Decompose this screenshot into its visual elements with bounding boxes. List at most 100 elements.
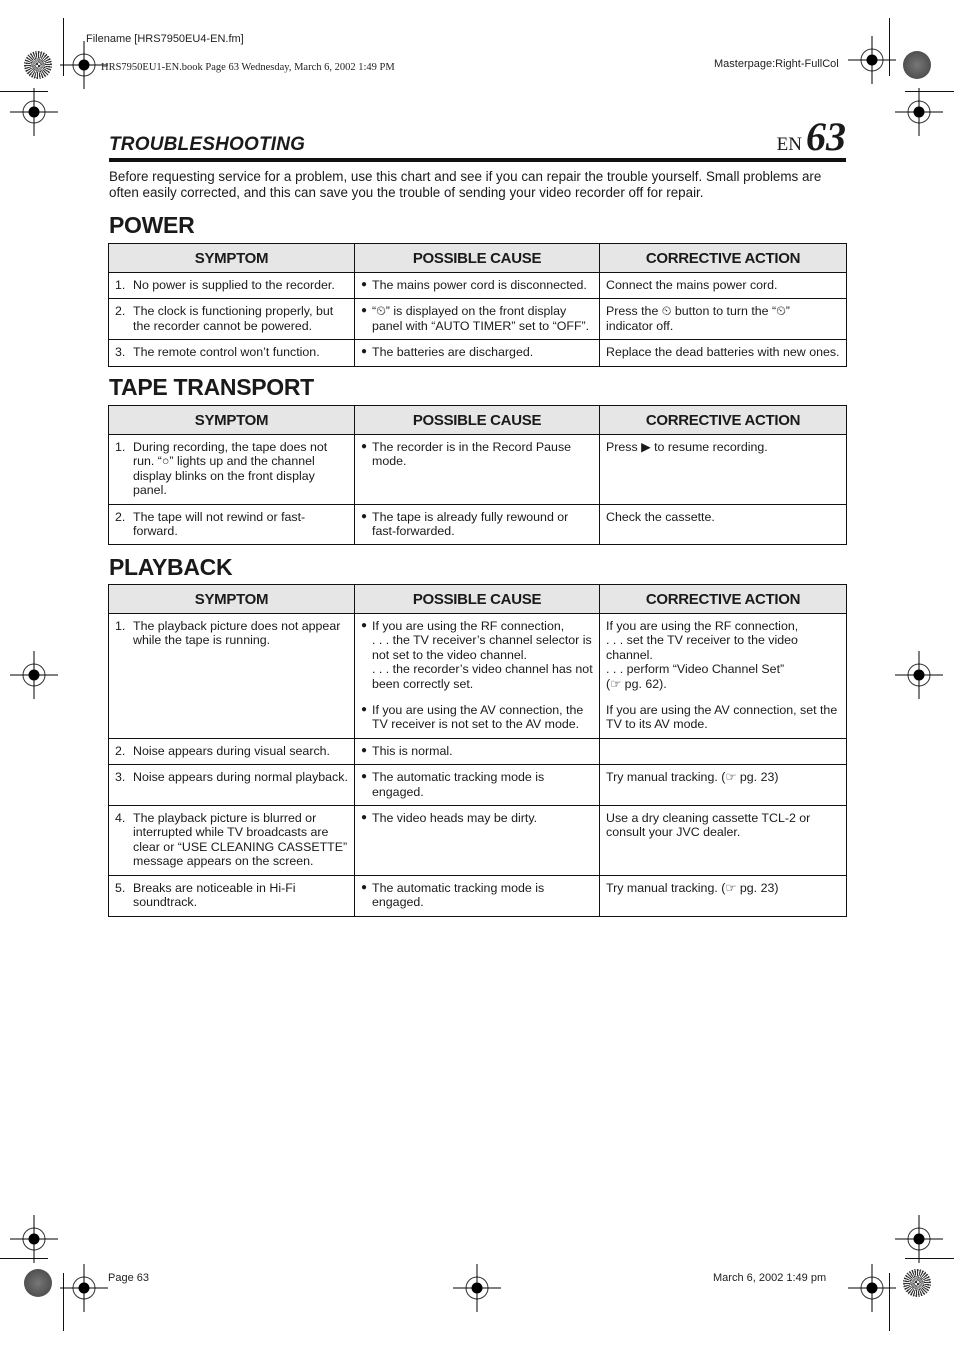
table-row: 2. The clock is functioning properly, but… (108, 298, 847, 341)
column-header-symptom: SYMPTOM (108, 584, 355, 614)
row-number: 2. (115, 509, 126, 524)
playback-table: SYMPTOM POSSIBLE CAUSE CORRECTIVE ACTION… (108, 584, 847, 917)
bullet-icon: ● (361, 812, 368, 824)
action-cell: Replace the dead batteries with new ones… (599, 339, 847, 367)
column-header-symptom: SYMPTOM (108, 243, 355, 273)
symptom-text: Noise appears during visual search. (133, 743, 330, 758)
symptom-text: The tape will not rewind or fast-forward… (133, 509, 306, 539)
cause-text: “⏲” is displayed on the front display pa… (372, 304, 590, 333)
table-row: 3. The remote control won’t function. ● The… (108, 339, 847, 367)
symptom-text: Noise appears during normal playback. (133, 770, 348, 785)
table-row: 3. Noise appears during normal playback. ●… (108, 764, 847, 807)
symptom: 1. During recording, the tape does not ru… (115, 440, 348, 498)
action-cell: Press the ⏲ button to turn the “⏲” indic… (599, 298, 847, 341)
section-title-tape-transport: TAPE TRANSPORT (109, 374, 314, 400)
registration-mark-icon (10, 651, 58, 699)
cause-item: ● The recorder is in the Record Pause mod… (361, 440, 593, 469)
bullet-icon: ● (361, 704, 368, 716)
symptom-text: The clock is functioning properly, but t… (133, 304, 334, 333)
row-number: 4. (115, 811, 126, 826)
cause-item: ● The batteries are discharged. (361, 345, 593, 359)
column-header-cause: POSSIBLE CAUSE (354, 243, 600, 273)
action-cell: If you are using the RF connection, . . … (599, 613, 847, 739)
column-header-action: CORRECTIVE ACTION (599, 405, 847, 435)
registration-mark-icon (848, 1264, 896, 1312)
section-title-playback: PLAYBACK (109, 554, 233, 580)
intro-paragraph: Before requesting service for a problem,… (109, 169, 822, 200)
color-rosette-icon (903, 51, 931, 79)
symptom-text: The remote control won’t function. (133, 345, 320, 360)
symptom-cell: 1. No power is supplied to the recorder. (108, 271, 355, 300)
bullet-icon: ● (361, 510, 368, 522)
cause-text: The mains power cord is disconnected. (372, 278, 587, 292)
cause-item: ● The automatic tracking mode is engaged. (361, 881, 593, 910)
symptom-text: The playback picture is blurred or inter… (133, 811, 348, 869)
color-rosette-icon (903, 1269, 931, 1297)
language-code: EN (776, 134, 802, 155)
cause-cell: ● If you are using the RF connection, . .… (354, 613, 600, 739)
row-number: 1. (115, 440, 126, 454)
cause-item: ● If you are using the RF connection, . .… (361, 619, 593, 691)
cause-cell: ● The recorder is in the Record Pause mod… (354, 434, 600, 505)
table-row: 2. Noise appears during visual search. ● Th… (108, 737, 847, 766)
symptom-cell: 2. The tape will not rewind or fast-forwa… (108, 503, 355, 546)
symptom-cell: 1. During recording, the tape does not ru… (108, 434, 355, 505)
action-text: Connect the mains power cord. (606, 278, 778, 292)
symptom: 2. Noise appears during visual search. (115, 744, 348, 758)
registration-mark-icon (895, 88, 943, 136)
cause-item: ● “⏲” is displayed on the front display p… (361, 304, 593, 333)
action-cell: Try manual tracking. (☞ pg. 23) (599, 764, 847, 807)
bullet-icon: ● (361, 771, 368, 783)
section-title-power: POWER (109, 212, 195, 238)
cause-item: ● If you are using the AV connection, the… (361, 703, 593, 732)
bullet-icon: ● (361, 744, 368, 756)
registration-mark-icon (895, 1215, 943, 1263)
registration-mark-icon (453, 1264, 501, 1312)
symptom: 5. Breaks are noticeable in Hi-Fi soundtr… (115, 881, 348, 910)
symptom: 4. The playback picture is blurred or int… (115, 811, 348, 869)
filename-label: Filename [HRS7950EU4-EN.fm] (86, 33, 244, 45)
footer-page-label: Page 63 (108, 1272, 149, 1284)
color-rosette-icon (24, 51, 52, 79)
symptom-text: During recording, the tape does not run.… (133, 440, 328, 498)
color-rosette-icon (24, 1269, 52, 1297)
symptom-text: No power is supplied to the recorder. (133, 278, 335, 292)
table-row: 1. During recording, the tape does not ru… (108, 434, 847, 505)
row-number: 3. (115, 345, 126, 360)
action-text: Use a dry cleaning cassette TCL-2 or con… (606, 811, 811, 840)
masterpage-label: Masterpage:Right-FullCol (714, 58, 839, 70)
registration-mark-icon (10, 88, 58, 136)
action-cell: Check the cassette. (599, 503, 847, 546)
symptom-cell: 1. The playback picture does not appear w… (108, 613, 355, 739)
cause-item: ● The video heads may be dirty. (361, 811, 593, 825)
registration-mark-icon (848, 36, 896, 84)
column-header-cause: POSSIBLE CAUSE (354, 584, 600, 614)
footer-date-label: March 6, 2002 1:49 pm (713, 1272, 827, 1284)
symptom-text: Breaks are noticeable in Hi-Fi soundtrac… (133, 880, 296, 910)
symptom-cell: 5. Breaks are noticeable in Hi-Fi soundtr… (108, 874, 355, 917)
cause-text: The video heads may be dirty. (372, 811, 538, 826)
cause-text: The automatic tracking mode is engaged. (372, 770, 545, 799)
bullet-icon: ● (361, 346, 368, 358)
column-header-action: CORRECTIVE ACTION (599, 243, 847, 273)
action-text: Check the cassette. (606, 509, 715, 524)
symptom: 3. Noise appears during normal playback. (115, 770, 348, 784)
action-text: Try manual tracking. (☞ pg. 23) (606, 880, 779, 895)
cause-text: The automatic tracking mode is engaged. (372, 880, 545, 910)
action-text: Press the ⏲ button to turn the “⏲” indic… (606, 304, 790, 333)
cause-text: The tape is already fully rewound or fas… (372, 509, 569, 539)
bullet-icon: ● (361, 305, 368, 317)
book-info-label: HRS7950EU1-EN.book Page 63 Wednesday, Ma… (101, 62, 395, 73)
action-text: Replace the dead batteries with new ones… (606, 345, 840, 360)
column-header-cause: POSSIBLE CAUSE (354, 405, 600, 435)
symptom: 1. The playback picture does not appear w… (115, 619, 348, 648)
cause-text: If you are using the AV connection, the … (372, 703, 584, 732)
cause-text: The batteries are discharged. (372, 345, 534, 360)
row-number: 1. (115, 619, 126, 633)
cause-cell: ● The automatic tracking mode is engaged. (354, 874, 600, 917)
cause-cell: ● The batteries are discharged. (354, 339, 600, 367)
action-cell (599, 737, 847, 766)
symptom-cell: 4. The playback picture is blurred or int… (108, 805, 355, 876)
row-number: 1. (115, 278, 126, 292)
cause-text: The recorder is in the Record Pause mode… (372, 440, 572, 469)
